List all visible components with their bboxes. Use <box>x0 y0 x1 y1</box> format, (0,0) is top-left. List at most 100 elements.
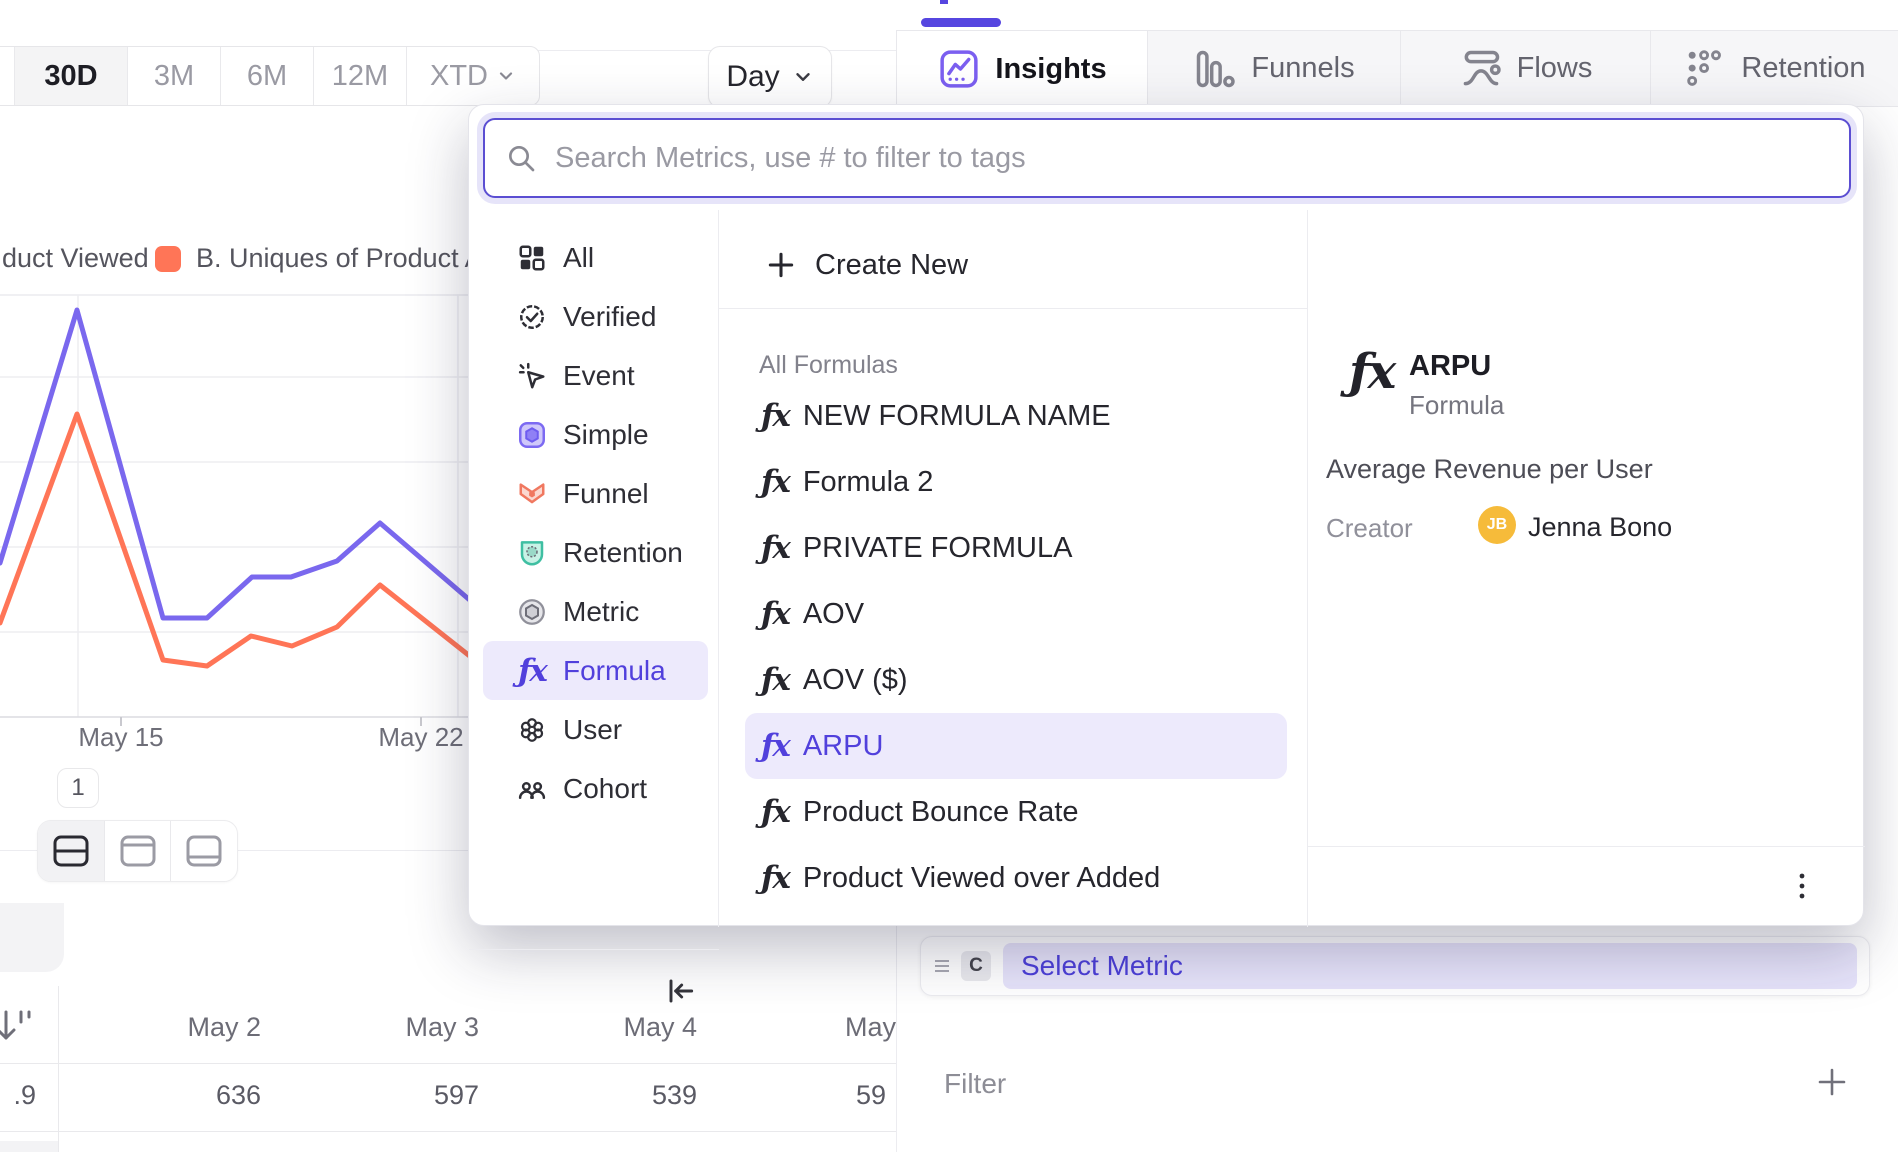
tab-flows[interactable]: Flows <box>1400 31 1650 107</box>
table-header-may2[interactable]: May 2 <box>43 1012 261 1043</box>
formula-item-label: PRIVATE FORMULA <box>803 532 1073 565</box>
time-range-hidden-segment[interactable] <box>0 47 14 105</box>
layout-toggle-group <box>37 820 238 882</box>
time-range-12m-label: 12M <box>332 60 388 93</box>
fx-icon: ƒx <box>761 398 789 434</box>
breakdown-table: May 2 May 3 May 4 May .9 636 597 539 59 <box>0 986 896 1152</box>
category-user[interactable]: User <box>483 700 708 759</box>
time-range-6m-label: 6M <box>247 60 287 93</box>
collapse-sidebar-icon[interactable] <box>665 975 697 1007</box>
formula-item-label: Product Viewed over Added <box>803 862 1160 895</box>
funnels-icon <box>1193 47 1237 91</box>
sort-descending-icon[interactable] <box>0 1006 32 1046</box>
table-header-divider <box>0 1063 896 1064</box>
list-divider <box>719 308 1307 309</box>
category-metric[interactable]: Metric <box>483 582 708 641</box>
layout-table-view-button[interactable] <box>170 821 237 881</box>
funnel-icon <box>515 479 549 509</box>
layout-split-view-button[interactable] <box>38 821 104 881</box>
report-type-tabbar: Insights Funnels Flows Retent <box>896 30 1898 107</box>
formula-item-label: NEW FORMULA NAME <box>803 400 1111 433</box>
formula-item-formula-2[interactable]: ƒx Formula 2 <box>745 449 1287 515</box>
formula-item-product-bounce-rate[interactable]: ƒx Product Bounce Rate <box>745 779 1287 845</box>
formula-item-arpu[interactable]: ƒx ARPU <box>745 713 1287 779</box>
tab-retention-label: Retention <box>1741 52 1865 85</box>
category-simple-label: Simple <box>563 419 649 451</box>
granularity-label: Day <box>726 60 779 94</box>
table-header-may5-partial[interactable]: May <box>845 1012 896 1043</box>
formula-detail-panel: ƒx ARPU Formula Average Revenue per User… <box>1308 210 1865 927</box>
user-cluster-icon <box>515 715 549 745</box>
time-range-30d-label: 30D <box>44 60 97 93</box>
formula-item-private-formula[interactable]: ƒx PRIVATE FORMULA <box>745 515 1287 581</box>
insights-icon <box>937 47 981 91</box>
grid-icon <box>515 243 549 273</box>
add-filter-button[interactable] <box>1814 1064 1850 1100</box>
granularity-dropdown[interactable]: Day <box>708 46 832 108</box>
table-next-row-sliver <box>0 1141 58 1152</box>
table-corner-block <box>0 903 64 972</box>
table-value-may5-partial: 59 <box>856 1080 896 1111</box>
legend-item-a[interactable]: duct Viewed <box>2 243 149 274</box>
formula-item-label: Product Bounce Rate <box>803 796 1079 829</box>
category-metric-label: Metric <box>563 596 639 628</box>
formula-item-aov-dollar[interactable]: ƒx AOV ($) <box>745 647 1287 713</box>
time-range-xtd[interactable]: XTD <box>406 47 539 105</box>
time-range-30d[interactable]: 30D <box>14 47 127 105</box>
detail-description: Average Revenue per User <box>1326 454 1653 485</box>
plus-icon <box>765 249 797 281</box>
kebab-menu-icon[interactable] <box>1787 869 1817 903</box>
fx-icon: ƒx <box>761 860 789 896</box>
tab-funnels[interactable]: Funnels <box>1147 31 1400 107</box>
select-metric-field[interactable]: Select Metric <box>1003 943 1857 989</box>
category-verified[interactable]: Verified <box>483 287 708 346</box>
chart-view-icon <box>119 834 157 868</box>
formula-item-label: ARPU <box>803 730 884 763</box>
table-col-divider <box>58 986 59 1152</box>
fx-icon: ƒx <box>761 596 789 632</box>
metric-picker-panel: All Verified Event <box>468 104 1864 926</box>
formula-item-new-formula-name[interactable]: ƒx NEW FORMULA NAME <box>745 383 1287 449</box>
x-axis-tick-may15: May 15 <box>61 722 181 753</box>
formula-item-aov[interactable]: ƒx AOV <box>745 581 1287 647</box>
retention-cup-icon <box>515 538 549 568</box>
all-formulas-section-label: All Formulas <box>759 351 898 380</box>
category-funnel-label: Funnel <box>563 478 649 510</box>
category-event[interactable]: Event <box>483 346 708 405</box>
legend-item-b[interactable]: B. Uniques of Product Add <box>196 243 513 274</box>
chevron-down-icon <box>496 66 516 86</box>
category-retention[interactable]: Retention <box>483 523 708 582</box>
layout-chart-view-button[interactable] <box>104 821 171 881</box>
category-funnel[interactable]: Funnel <box>483 464 708 523</box>
category-all[interactable]: All <box>483 228 708 287</box>
table-value-may2: 636 <box>43 1080 261 1111</box>
tab-retention[interactable]: Retention <box>1650 31 1898 107</box>
retention-icon <box>1683 47 1727 91</box>
create-new-label: Create New <box>815 249 968 282</box>
time-range-6m[interactable]: 6M <box>220 47 313 105</box>
category-cohort-label: Cohort <box>563 773 647 805</box>
pane-divider <box>896 926 897 1152</box>
category-simple[interactable]: Simple <box>483 405 708 464</box>
category-retention-label: Retention <box>563 537 683 569</box>
create-new-button[interactable]: Create New <box>719 237 1307 293</box>
metric-search-input[interactable] <box>553 141 1829 176</box>
table-value-may4: 539 <box>479 1080 697 1111</box>
tab-insights[interactable]: Insights <box>896 31 1147 107</box>
table-header-may3[interactable]: May 3 <box>261 1012 479 1043</box>
category-formula[interactable]: ƒx Formula <box>483 641 708 700</box>
time-range-12m[interactable]: 12M <box>313 47 406 105</box>
detail-title: ARPU <box>1409 350 1491 383</box>
category-cohort[interactable]: Cohort <box>483 759 708 818</box>
filter-section-label: Filter <box>944 1068 1006 1100</box>
pagination-page-1[interactable]: 1 <box>57 768 99 808</box>
fx-icon: ƒx <box>761 728 789 764</box>
time-range-3m[interactable]: 3M <box>127 47 220 105</box>
table-view-icon <box>185 834 223 868</box>
trend-chart-svg[interactable] <box>0 288 500 760</box>
top-purple-tick <box>940 0 948 4</box>
cohort-people-icon <box>515 774 549 804</box>
formula-item-product-viewed-over-added[interactable]: ƒx Product Viewed over Added <box>745 845 1287 911</box>
drag-handle-icon[interactable] <box>933 955 951 977</box>
metric-hexagon-icon <box>515 597 549 627</box>
